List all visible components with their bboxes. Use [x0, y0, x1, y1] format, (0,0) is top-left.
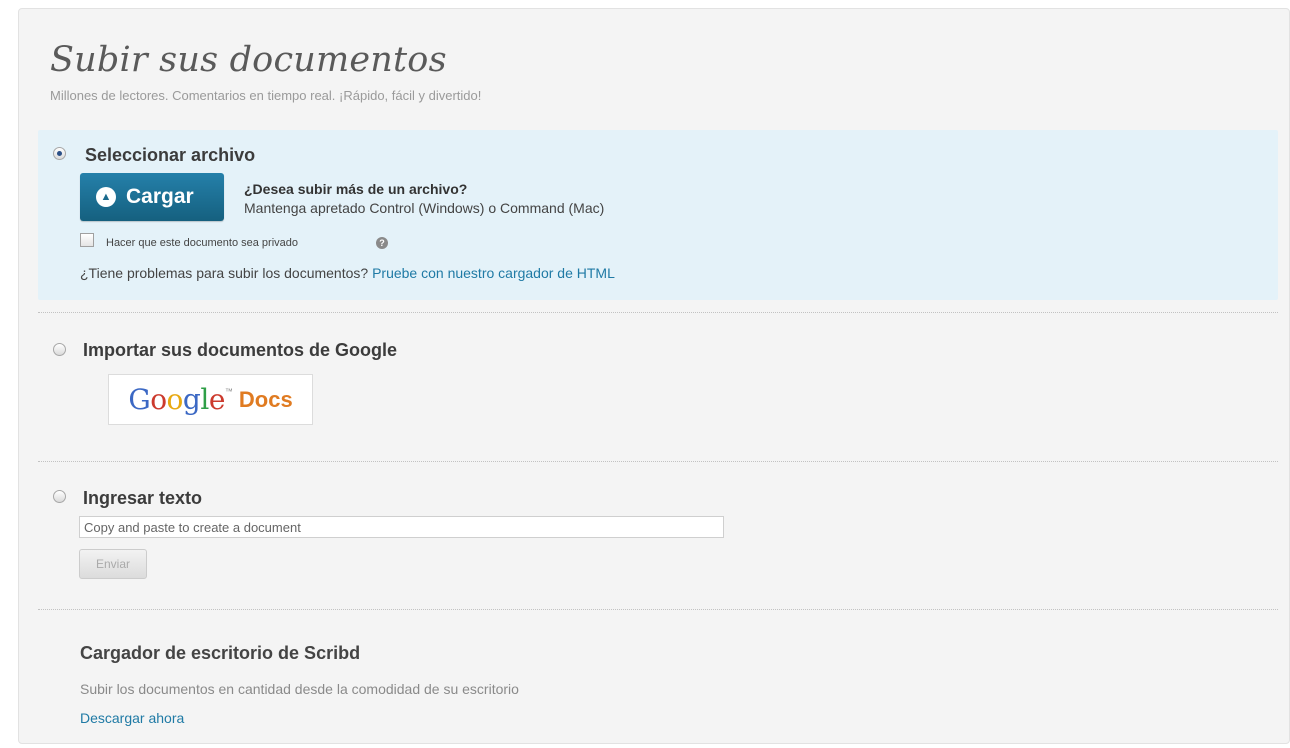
radio-enter-text[interactable] [53, 490, 66, 503]
section-divider [38, 312, 1278, 313]
upload-button[interactable]: ▲ Cargar [80, 173, 224, 221]
google-logo-text: Google [128, 383, 225, 416]
select-file-heading: Seleccionar archivo [85, 145, 256, 165]
desktop-uploader-title: Cargador de escritorio de Scribd [80, 643, 361, 663]
desktop-uploader-description: Subir los documentos en cantidad desde l… [80, 681, 519, 697]
private-checkbox[interactable] [80, 233, 94, 247]
upload-trouble-text: ¿Tiene problemas para subir los document… [80, 265, 615, 281]
enter-text-heading: Ingresar texto [83, 488, 203, 508]
google-docs-label: Docs [238, 386, 293, 412]
upload-button-label: Cargar [126, 185, 194, 208]
radio-google-import[interactable] [53, 343, 66, 356]
arrow-up-circle-icon: ▲ [96, 187, 116, 207]
submit-text-button[interactable]: Enviar [79, 549, 147, 579]
radio-select-file[interactable] [53, 147, 66, 160]
html-uploader-link[interactable]: Pruebe con nuestro cargador de HTML [372, 265, 615, 281]
download-now-link[interactable]: Descargar ahora [80, 710, 184, 726]
trouble-question: ¿Tiene problemas para subir los document… [80, 265, 369, 281]
private-label: Hacer que este documento sea privado [106, 237, 299, 249]
google-docs-button[interactable]: Google ™ Docs [108, 374, 313, 425]
google-import-heading: Importar sus documentos de Google [83, 340, 398, 360]
section-divider [38, 609, 1278, 610]
paste-text-input[interactable] [79, 516, 724, 538]
help-icon[interactable]: ? [376, 237, 388, 249]
multi-file-hint: Mantenga apretado Control (Windows) o Co… [244, 200, 605, 216]
section-divider [38, 461, 1278, 462]
multi-file-question: ¿Desea subir más de un archivo? [244, 181, 468, 197]
page-subtitle: Millones de lectores. Comentarios en tie… [50, 88, 482, 103]
google-logo-tm: ™ [224, 387, 233, 396]
page-title: Subir sus documentos [50, 40, 447, 80]
